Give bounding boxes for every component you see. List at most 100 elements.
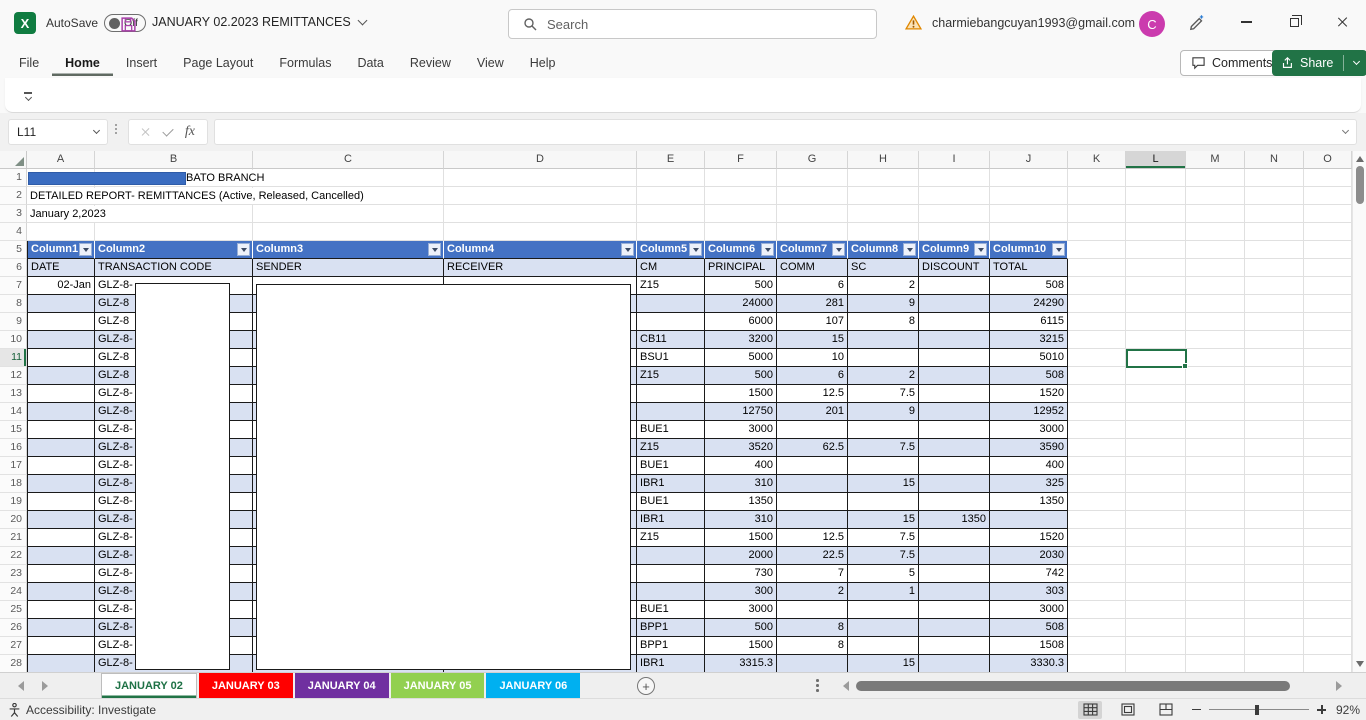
cell-E18[interactable]: IBR1 (637, 475, 705, 493)
cell-O3[interactable] (1304, 205, 1352, 223)
row-header-27[interactable]: 27 (0, 637, 27, 655)
col-header-C[interactable]: C (253, 151, 444, 169)
scroll-down-icon[interactable] (1356, 661, 1364, 667)
warning-icon[interactable] (904, 14, 923, 35)
cell-I3[interactable] (919, 205, 990, 223)
name-box-chevron-icon[interactable] (92, 126, 101, 135)
cell-I14[interactable] (919, 403, 990, 421)
cell-O18[interactable] (1304, 475, 1352, 493)
cell-C4[interactable] (253, 223, 444, 241)
accessibility-status[interactable]: Accessibility: Investigate (0, 702, 156, 717)
formula-bar-expand-icon[interactable] (1341, 126, 1350, 135)
cell-L6[interactable] (1126, 259, 1186, 277)
cell-O5[interactable] (1304, 241, 1352, 259)
cell-H25[interactable] (848, 601, 919, 619)
cell-K4[interactable] (1068, 223, 1126, 241)
cell-E19[interactable]: BUE1 (637, 493, 705, 511)
page-break-view-button[interactable] (1154, 701, 1178, 719)
enter-icon[interactable] (162, 124, 174, 137)
sheet-tab-january-06[interactable]: JANUARY 06 (486, 673, 581, 698)
cell-O19[interactable] (1304, 493, 1352, 511)
cell-J7[interactable]: 508 (990, 277, 1068, 295)
sheet-tab-january-05[interactable]: JANUARY 05 (390, 673, 485, 698)
cell-J27[interactable]: 1508 (990, 637, 1068, 655)
cell-E2[interactable] (637, 187, 705, 205)
cell-N4[interactable] (1245, 223, 1304, 241)
row-header-2[interactable]: 2 (0, 187, 27, 205)
cell-O11[interactable] (1304, 349, 1352, 367)
cell-D1[interactable] (444, 169, 637, 187)
cell-H26[interactable] (848, 619, 919, 637)
save-button[interactable] (118, 14, 138, 34)
cell-J16[interactable]: 3590 (990, 439, 1068, 457)
row-header-18[interactable]: 18 (0, 475, 27, 493)
cell-M9[interactable] (1186, 313, 1245, 331)
cell-M17[interactable] (1186, 457, 1245, 475)
cell-O12[interactable] (1304, 367, 1352, 385)
cell-I27[interactable] (919, 637, 990, 655)
cell-H6[interactable]: SC (848, 259, 919, 277)
ribbon-collapse-icon[interactable] (19, 87, 37, 105)
cell-L16[interactable] (1126, 439, 1186, 457)
cell-M11[interactable] (1186, 349, 1245, 367)
zoom-in-button[interactable] (1317, 705, 1326, 714)
cell-F8[interactable]: 24000 (705, 295, 777, 313)
zoom-level[interactable]: 92% (1336, 703, 1360, 717)
cell-H13[interactable]: 7.5 (848, 385, 919, 403)
cell-J6[interactable]: TOTAL (990, 259, 1068, 277)
cell-J13[interactable]: 1520 (990, 385, 1068, 403)
cell-O25[interactable] (1304, 601, 1352, 619)
cell-J3[interactable] (990, 205, 1068, 223)
filter-button-column7[interactable] (832, 243, 845, 256)
insert-function-icon[interactable]: fx (185, 124, 195, 140)
col-header-M[interactable]: M (1186, 151, 1245, 169)
row-header-4[interactable]: 4 (0, 223, 27, 241)
cell-J14[interactable]: 12952 (990, 403, 1068, 421)
document-title[interactable]: JANUARY 02.2023 REMITTANCES (152, 15, 368, 29)
cell-G5[interactable]: Column7 (777, 241, 848, 259)
horizontal-scroll-thumb[interactable] (856, 681, 1290, 691)
cell-K18[interactable] (1068, 475, 1126, 493)
cell-I18[interactable] (919, 475, 990, 493)
cell-O2[interactable] (1304, 187, 1352, 205)
cell-F2[interactable] (705, 187, 777, 205)
zoom-slider-thumb[interactable] (1255, 704, 1259, 715)
cell-J1[interactable] (990, 169, 1068, 187)
cell-G21[interactable]: 12.5 (777, 529, 848, 547)
cell-M16[interactable] (1186, 439, 1245, 457)
cell-A28[interactable] (27, 655, 95, 672)
cell-M15[interactable] (1186, 421, 1245, 439)
cell-N17[interactable] (1245, 457, 1304, 475)
cell-E27[interactable]: BPP1 (637, 637, 705, 655)
cell-F7[interactable]: 500 (705, 277, 777, 295)
cell-G8[interactable]: 281 (777, 295, 848, 313)
cell-G6[interactable]: COMM (777, 259, 848, 277)
cell-A12[interactable] (27, 367, 95, 385)
cell-K5[interactable] (1068, 241, 1126, 259)
cell-C5[interactable]: Column3 (253, 241, 444, 259)
cell-A21[interactable] (27, 529, 95, 547)
cell-N19[interactable] (1245, 493, 1304, 511)
cell-J11[interactable]: 5010 (990, 349, 1068, 367)
cell-J20[interactable] (990, 511, 1068, 529)
cell-G16[interactable]: 62.5 (777, 439, 848, 457)
cell-L15[interactable] (1126, 421, 1186, 439)
cell-K14[interactable] (1068, 403, 1126, 421)
cell-I10[interactable] (919, 331, 990, 349)
cell-A9[interactable] (27, 313, 95, 331)
cell-E22[interactable] (637, 547, 705, 565)
cell-M1[interactable] (1186, 169, 1245, 187)
cell-F28[interactable]: 3315.3 (705, 655, 777, 672)
cell-A5[interactable]: Column1 (27, 241, 95, 259)
cell-L25[interactable] (1126, 601, 1186, 619)
cell-M6[interactable] (1186, 259, 1245, 277)
col-header-N[interactable]: N (1245, 151, 1304, 169)
cell-K11[interactable] (1068, 349, 1126, 367)
cell-I15[interactable] (919, 421, 990, 439)
cell-M25[interactable] (1186, 601, 1245, 619)
cell-F14[interactable]: 12750 (705, 403, 777, 421)
cell-N18[interactable] (1245, 475, 1304, 493)
cell-O6[interactable] (1304, 259, 1352, 277)
cell-C1[interactable] (253, 169, 444, 187)
cell-N9[interactable] (1245, 313, 1304, 331)
